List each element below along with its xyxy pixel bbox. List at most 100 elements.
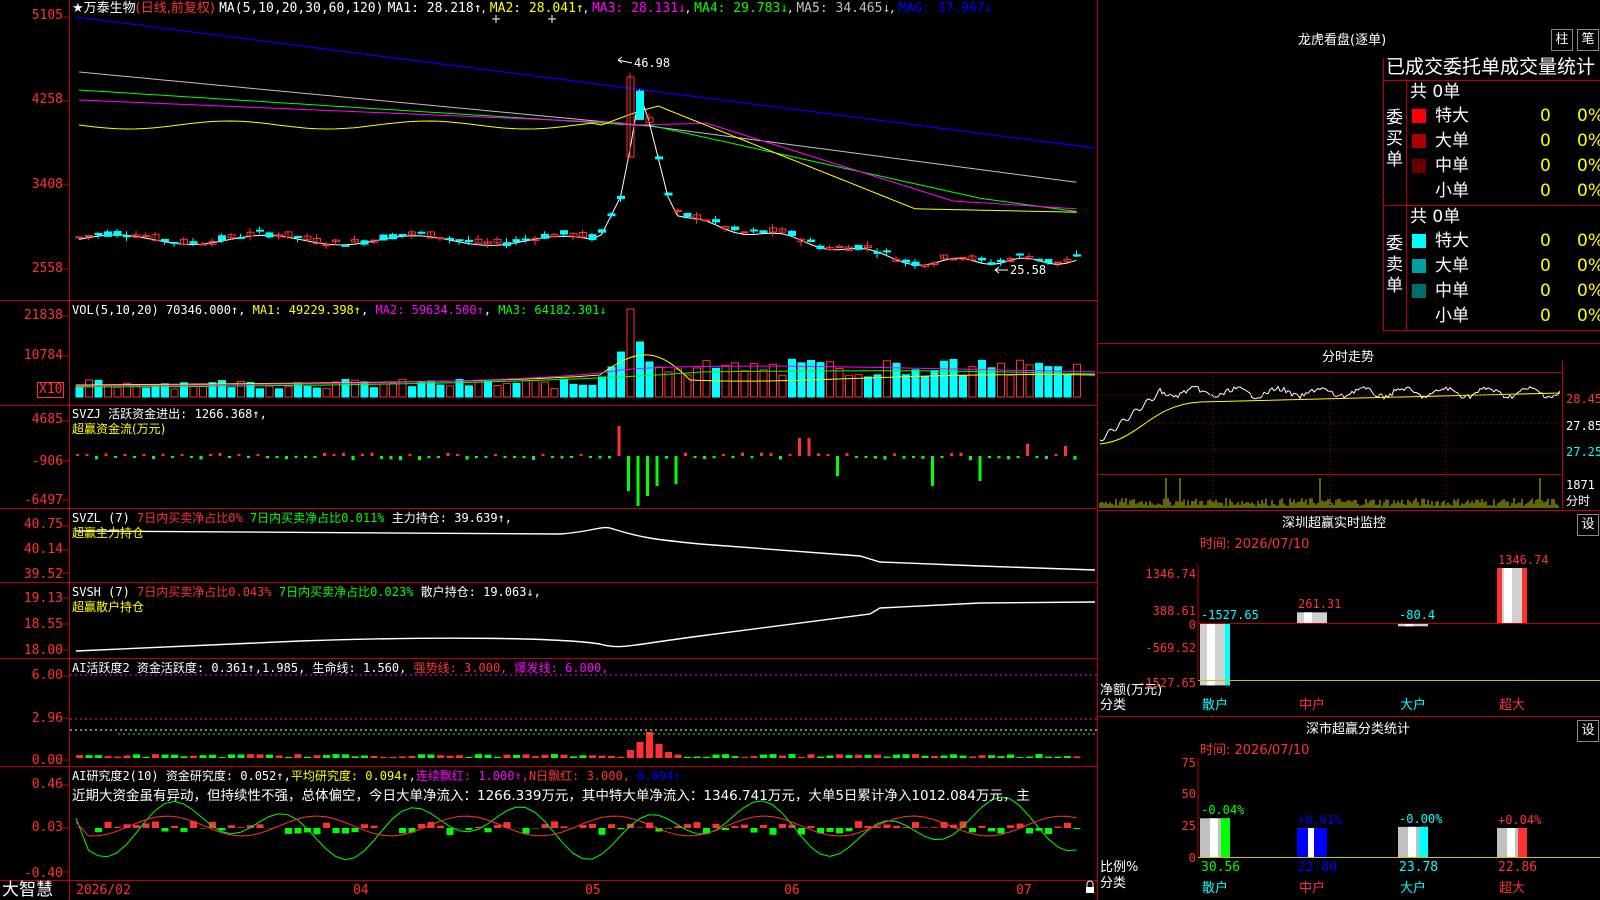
candle-body xyxy=(237,236,245,239)
fund-flow-bar xyxy=(408,454,412,456)
activity-bar xyxy=(152,754,159,758)
ai-strong-line: 强势线: 3.000, xyxy=(413,661,508,675)
fund-flow-bar xyxy=(579,454,583,456)
candle-body xyxy=(636,90,644,120)
research-bar xyxy=(598,828,606,835)
date-label: 07 xyxy=(1016,883,1032,898)
activity-bar xyxy=(798,756,805,758)
svsh-tick: 18.55 xyxy=(23,617,63,632)
candle-body xyxy=(85,235,93,238)
classify-bar-highlight xyxy=(1308,828,1314,857)
volume-bar xyxy=(598,376,606,398)
fund-flow-bar xyxy=(484,456,488,459)
fund-flow-bar xyxy=(750,456,754,458)
classify-bar-highlight xyxy=(1210,818,1218,857)
research-bar xyxy=(636,827,644,828)
ai-research-header: AI研究度2(10) 资金研究度: 0.052↑,平均研究度: 0.094↑,连… xyxy=(72,768,681,784)
activity-bar xyxy=(579,755,587,758)
fund-flow-bar xyxy=(399,456,402,461)
volume-bar xyxy=(731,362,739,398)
fund-flow-bar xyxy=(370,452,374,456)
classify-settings-button[interactable]: 设 xyxy=(1577,720,1599,742)
research-bar xyxy=(712,823,720,828)
activity-bar xyxy=(741,756,748,758)
candle-body xyxy=(142,235,150,238)
brand-logo[interactable]: 大智慧 xyxy=(2,881,53,900)
research-bar xyxy=(855,821,862,828)
research-bar xyxy=(370,825,378,828)
ma2-value: MA2: 28.041↑ xyxy=(489,1,584,16)
fund-flow-bar xyxy=(313,456,317,458)
fund-flow-bar xyxy=(351,456,355,461)
monitor-bar-edge xyxy=(1497,568,1502,623)
sell-row-percent: 0% xyxy=(1577,306,1600,326)
classify-percent-label: 22.86 xyxy=(1498,860,1538,875)
buy-row-value: 0 xyxy=(1540,181,1551,201)
activity-bar xyxy=(655,744,663,758)
bar-mode-button[interactable]: 柱 xyxy=(1551,29,1573,51)
sell-row-name: 中单 xyxy=(1435,281,1469,301)
research-bar xyxy=(589,823,596,828)
volume-bar xyxy=(655,366,663,398)
volume-bar xyxy=(883,360,891,398)
ai-research-tick: 0.46 xyxy=(31,777,63,792)
activity-bar xyxy=(646,732,653,758)
vol-ma1: MA1: 49229.398↑ xyxy=(252,303,362,317)
svzl-tick: 39.52 xyxy=(23,567,63,582)
research-bar xyxy=(864,825,872,828)
activity-bar xyxy=(171,754,178,758)
activity-bar xyxy=(95,755,102,758)
volume-bar xyxy=(218,380,226,398)
fund-flow-bar xyxy=(826,454,830,456)
fund-flow-bar xyxy=(570,456,573,458)
fund-flow-bar xyxy=(323,452,326,456)
activity-bar xyxy=(142,756,150,758)
fund-flow-bar xyxy=(114,456,117,458)
candle-body xyxy=(702,219,711,222)
svzj-header: SVZJ 活跃资金进出: 1266.368↑, xyxy=(72,406,267,422)
candle-body xyxy=(541,233,549,239)
chart-canvas[interactable] xyxy=(0,0,1600,900)
star-icon[interactable]: ★ xyxy=(72,1,84,16)
svzj-subtitle: 超赢资金流(万元) xyxy=(72,422,166,436)
fund-flow-bar xyxy=(617,426,621,456)
classify-title: 深市超赢分类统计 xyxy=(1306,722,1411,737)
candle-body xyxy=(389,234,397,240)
candle-body xyxy=(835,245,844,248)
ma4-line xyxy=(78,89,1077,212)
candle-body xyxy=(455,239,464,242)
longhu-section-title: 已成交委托单成交量统计 xyxy=(1386,56,1596,78)
tick-mode-button[interactable]: 笔 xyxy=(1577,29,1599,51)
monitor-settings-button[interactable]: 设 xyxy=(1577,514,1599,536)
activity-bar xyxy=(893,754,900,758)
vol-tick: 10784 xyxy=(23,348,63,363)
fund-flow-bar xyxy=(361,453,364,456)
monitor-bar xyxy=(1297,612,1327,623)
volume-bar xyxy=(474,380,483,398)
fund-flow-bar xyxy=(247,456,250,458)
candle-body xyxy=(664,192,673,196)
classify-change-label: -0.00% xyxy=(1399,811,1443,826)
adjust-mode[interactable]: (日线,前复权) xyxy=(136,1,215,16)
candle-body xyxy=(560,230,568,235)
svsh-subtitle: 超赢散户持仓 xyxy=(72,600,145,614)
fund-flow-bar xyxy=(275,456,279,458)
activity-bar xyxy=(437,755,444,758)
research-bar xyxy=(446,828,454,835)
fund-flow-bar xyxy=(883,456,887,460)
fund-flow-bar xyxy=(332,454,336,456)
candle-body xyxy=(588,234,597,241)
candle-body xyxy=(997,259,1005,263)
research-bar xyxy=(256,824,264,828)
research-bar xyxy=(180,828,188,832)
volume-bar xyxy=(446,385,454,398)
volume-bar xyxy=(949,358,958,398)
activity-bar xyxy=(266,754,273,758)
candle-body xyxy=(256,229,264,232)
fund-flow-bar xyxy=(760,452,763,456)
sell-row-value: 0 xyxy=(1540,231,1551,251)
candle-body xyxy=(1054,261,1062,264)
fund-flow-bar xyxy=(190,456,193,458)
fund-flow-bar xyxy=(959,452,963,456)
volume-bar xyxy=(1025,364,1034,398)
